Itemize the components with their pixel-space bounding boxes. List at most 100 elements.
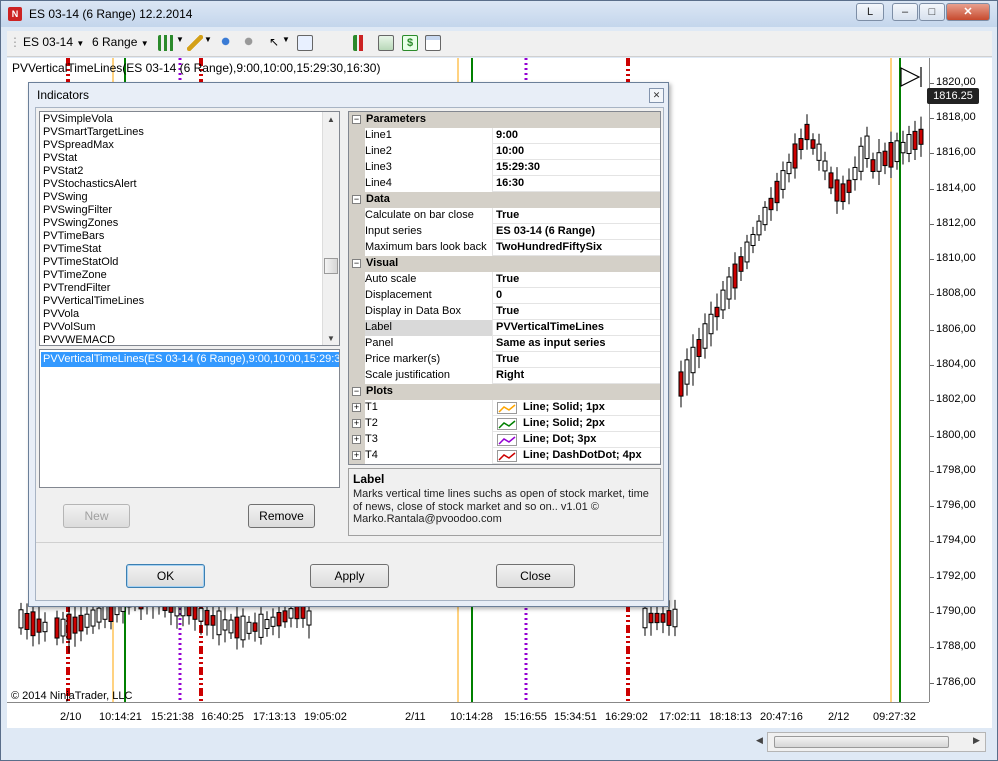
plot-color-swatch[interactable] — [497, 434, 517, 446]
expand-icon[interactable]: + — [352, 419, 361, 428]
chart-horizontal-scrollbar[interactable]: ◀ ▶ — [756, 732, 986, 752]
indicator-list-item[interactable]: PVSwingFilter — [43, 204, 112, 217]
property-value[interactable]: TwoHundredFiftySix — [494, 240, 659, 256]
selected-indicator-item[interactable]: PVVerticalTimeLines(ES 03-14 (6 Range),9… — [41, 352, 339, 367]
property-value[interactable]: True — [494, 272, 659, 288]
link-button[interactable]: L — [856, 3, 884, 21]
indicator-list-item[interactable]: PVVWEMACD — [43, 334, 115, 345]
property-row-panel[interactable]: Panel Same as input series — [349, 336, 660, 352]
property-value[interactable]: 16:30 — [494, 176, 659, 192]
indicator-list-item[interactable]: PVTimeStatOld — [43, 256, 118, 269]
category-plots[interactable]: − Plots — [349, 384, 660, 400]
pointer-icon[interactable]: ↖ — [269, 35, 279, 49]
property-row-line2[interactable]: Line2 10:00 — [349, 144, 660, 160]
price-axis[interactable]: 1820,00 1818,00 1816,00 1814,00 1812,00 1810,… — [929, 58, 992, 702]
indicator-list-item[interactable]: PVStat — [43, 152, 77, 165]
crosshair-icon[interactable] — [216, 35, 232, 51]
bar-type-icon[interactable] — [158, 35, 174, 51]
scroll-left-icon[interactable]: ◀ — [756, 735, 763, 746]
property-row-calculate-on-bar-close[interactable]: Calculate on bar close True — [349, 208, 660, 224]
chevron-down-icon[interactable]: ▼ — [176, 35, 184, 44]
instrument-selector[interactable]: ES 03-14 ▼ — [23, 35, 84, 49]
collapse-icon[interactable]: − — [352, 115, 361, 124]
chevron-down-icon[interactable]: ▼ — [204, 35, 212, 44]
property-row-t3[interactable]: T3 + Line; Dot; 3px — [349, 432, 660, 448]
property-row-t2[interactable]: T2 + Line; Solid; 2px — [349, 416, 660, 432]
indicator-list-item[interactable]: PVTimeStat — [43, 243, 101, 256]
strategies-icon[interactable] — [378, 35, 394, 51]
indicator-list-item[interactable]: PVTrendFilter — [43, 282, 110, 295]
property-row-t4[interactable]: T4 + Line; DashDotDot; 4px — [349, 448, 660, 464]
chart-right-margin-marker[interactable] — [900, 67, 921, 87]
property-row-input-series[interactable]: Input series ES 03-14 (6 Range) — [349, 224, 660, 240]
collapse-icon[interactable]: − — [352, 387, 361, 396]
property-row-label[interactable]: Label PVVerticalTimeLines — [349, 320, 660, 336]
expand-icon[interactable]: + — [352, 451, 361, 460]
plot-color-swatch[interactable] — [497, 418, 517, 430]
property-row-t1[interactable]: T1 + Line; Solid; 1px — [349, 400, 660, 416]
close-button[interactable]: Close — [496, 564, 575, 588]
property-row-scale-justification[interactable]: Scale justification Right — [349, 368, 660, 384]
category-data[interactable]: − Data — [349, 192, 660, 208]
crosshair-disabled-icon[interactable] — [239, 35, 255, 51]
expand-icon[interactable]: + — [352, 403, 361, 412]
property-value[interactable]: 9:00 — [494, 128, 659, 144]
close-icon[interactable]: ✕ — [649, 88, 664, 103]
property-row-line3[interactable]: Line3 15:29:30 — [349, 160, 660, 176]
property-row-line4[interactable]: Line4 16:30 — [349, 176, 660, 192]
property-value[interactable]: True — [494, 208, 659, 224]
maximize-button[interactable]: □ — [919, 3, 945, 21]
indicator-list-item[interactable]: PVTimeZone — [43, 269, 107, 282]
indicator-list-item[interactable]: PVSpreadMax — [43, 139, 114, 152]
zoom-icon[interactable] — [297, 35, 313, 51]
pencil-icon[interactable] — [187, 35, 203, 51]
property-value[interactable]: Line; Dot; 3px — [523, 432, 596, 447]
property-value[interactable]: Line; Solid; 1px — [523, 400, 605, 415]
indicator-list-item[interactable]: PVSmartTargetLines — [43, 126, 144, 139]
property-value[interactable]: 0 — [494, 288, 659, 304]
indicator-list-item[interactable]: PVVerticalTimeLines — [43, 295, 144, 308]
period-selector[interactable]: 6 Range ▼ — [92, 35, 149, 49]
property-value[interactable]: 15:29:30 — [494, 160, 659, 176]
property-row-line1[interactable]: Line1 9:00 — [349, 128, 660, 144]
property-value[interactable]: ES 03-14 (6 Range) — [494, 224, 659, 240]
property-row-display-in-data-box[interactable]: Display in Data Box True — [349, 304, 660, 320]
indicator-list-scrollbar[interactable]: ▲ ▼ — [322, 112, 339, 345]
indicator-list-item[interactable]: PVStochasticsAlert — [43, 178, 137, 191]
collapse-icon[interactable]: − — [352, 195, 361, 204]
collapse-icon[interactable]: − — [352, 259, 361, 268]
property-row-maximum-bars-look-back[interactable]: Maximum bars look back TwoHundredFiftySix — [349, 240, 660, 256]
indicator-list-item[interactable]: PVSimpleVola — [43, 113, 113, 126]
scrollbar-thumb[interactable] — [774, 736, 949, 748]
property-value[interactable]: True — [494, 304, 659, 320]
apply-button[interactable]: Apply — [310, 564, 389, 588]
property-grid[interactable]: − Parameters Line1 9:00 Line2 10:00 Line3 15:29… — [348, 111, 661, 465]
properties-icon[interactable] — [425, 35, 441, 51]
time-axis[interactable]: 2/10 10:14:21 15:21:38 16:40:25 17:13:13 19:0… — [7, 702, 929, 728]
indicators-icon[interactable] — [353, 35, 369, 51]
minimize-button[interactable]: – — [892, 3, 918, 21]
property-value[interactable]: PVVerticalTimeLines — [494, 320, 659, 336]
indicator-list-item[interactable]: PVTimeBars — [43, 230, 104, 243]
chevron-down-icon[interactable]: ▼ — [282, 35, 290, 44]
property-value[interactable]: Right — [494, 368, 659, 384]
property-value[interactable]: Line; DashDotDot; 4px — [523, 448, 642, 463]
new-button[interactable]: New — [63, 504, 130, 528]
close-window-button[interactable]: ✕ — [946, 3, 990, 21]
scroll-up-icon[interactable]: ▲ — [327, 115, 335, 124]
indicator-list-item[interactable]: PVVola — [43, 308, 79, 321]
property-row-auto-scale[interactable]: Auto scale True — [349, 272, 660, 288]
indicator-list-item[interactable]: PVVolSum — [43, 321, 96, 334]
indicator-list-item[interactable]: PVSwingZones — [43, 217, 118, 230]
dollar-icon[interactable]: $ — [402, 35, 418, 51]
expand-icon[interactable]: + — [352, 435, 361, 444]
category-parameters[interactable]: − Parameters — [349, 112, 660, 128]
scrollbar-thumb[interactable] — [324, 258, 338, 274]
property-value[interactable]: 10:00 — [494, 144, 659, 160]
property-row-price-marker-s[interactable]: Price marker(s) True — [349, 352, 660, 368]
property-value[interactable]: True — [494, 352, 659, 368]
remove-button[interactable]: Remove — [248, 504, 315, 528]
indicator-list-item[interactable]: PVStat2 — [43, 165, 83, 178]
plot-color-swatch[interactable] — [497, 402, 517, 414]
available-indicators-list[interactable]: PVSimpleVola PVSmartTargetLines PVSpreadMa… — [39, 111, 340, 346]
